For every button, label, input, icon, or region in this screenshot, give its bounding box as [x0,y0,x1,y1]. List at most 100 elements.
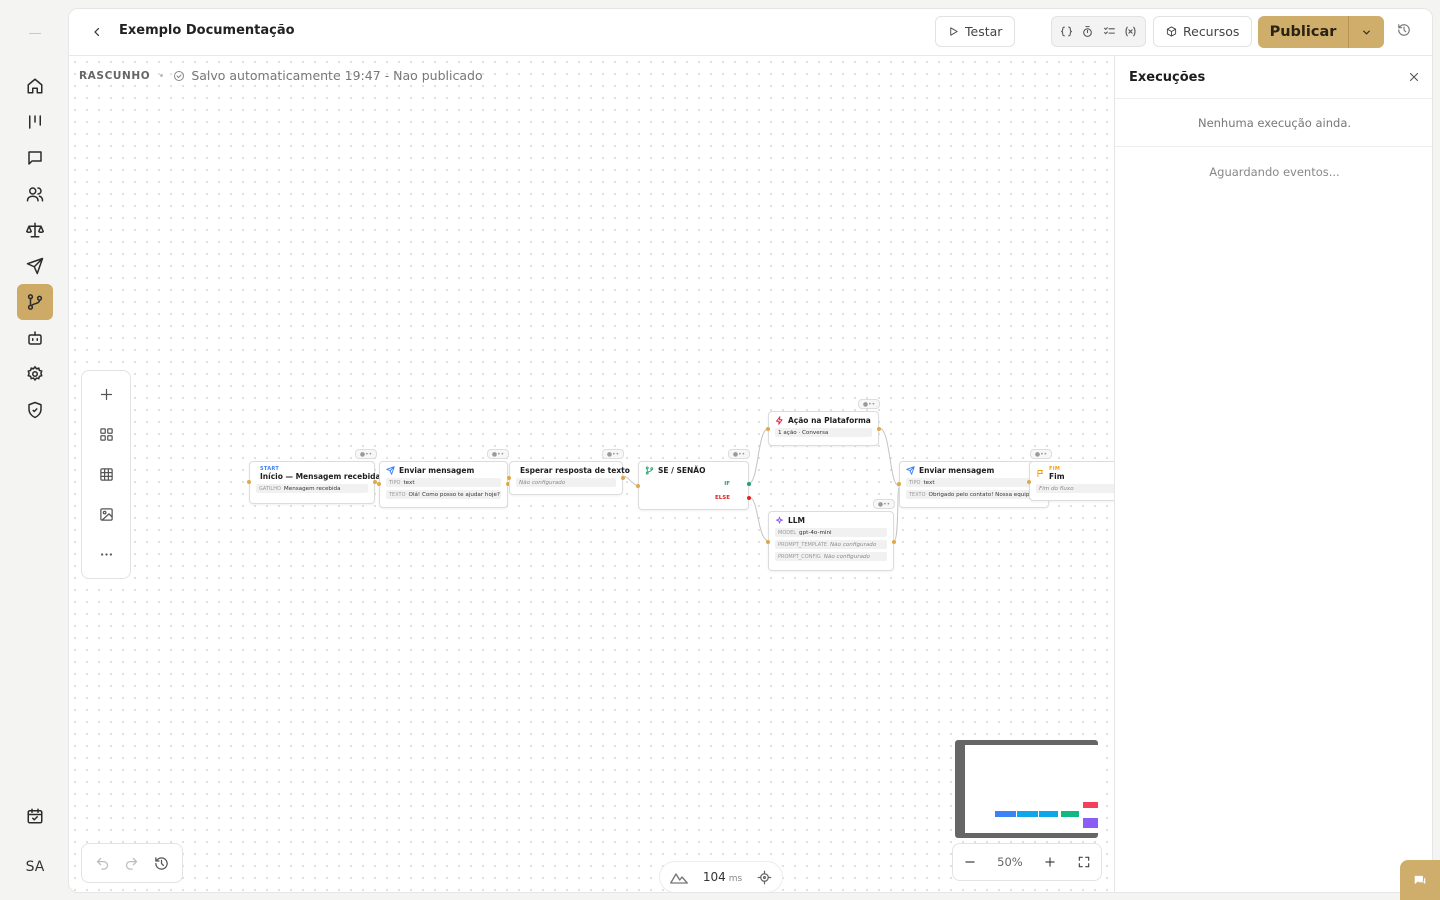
field-value: Não configurado [519,479,566,486]
chat-icon[interactable] [17,140,53,176]
flow-node-send-message[interactable]: Enviar mensagem TIPO text TEXTO Obrigado… [897,461,1049,508]
input-port[interactable] [507,476,511,480]
executions-empty-state: Nenhuma execução ainda. [1115,99,1432,147]
node-field: MODEL gpt-4o-mini [775,528,887,537]
node-controls[interactable]: ●•• [1030,449,1052,459]
flow-node-end[interactable]: FIM Fim Fim do fluxo ●•• [1027,449,1114,501]
add-node-icon[interactable] [95,383,117,405]
field-key: GATILHO [259,485,281,492]
flow-node-llm[interactable]: LLM MODEL gpt-4o-mini PROMPT_TEMPLATE Nã… [766,499,896,571]
chat-widget-button[interactable] [1400,860,1440,900]
fullscreen-icon[interactable] [1077,855,1091,869]
node-field: 1 ação · Conversa [775,428,872,437]
publish-button[interactable]: Publicar [1258,16,1384,48]
node-title: Esperar resposta de texto [520,466,630,475]
resources-button-label: Recursos [1183,24,1240,39]
variable-icon[interactable] [1124,25,1137,38]
checklist-icon[interactable] [1103,25,1116,38]
node-field: PROMPT_CONFIG Não configurado [775,552,887,561]
node-title: Fim [1049,472,1065,481]
output-port[interactable] [621,476,625,480]
send-icon[interactable] [17,248,53,284]
flow-node-start[interactable]: START Início — Mensagem recebida GATILHO… [247,449,381,504]
flow-node-platform-action[interactable]: Ação na Plataforma 1 ação · Conversa ●•• [766,399,881,446]
more-options-icon[interactable] [95,543,117,565]
publish-options-button[interactable] [1349,27,1384,38]
edge-action-send2 [878,427,900,487]
input-port[interactable] [377,482,381,486]
node-field: Fim do fluxo [1036,484,1114,493]
output-port[interactable] [877,427,881,431]
page-title: Exemplo Documentação [119,23,295,38]
pipeline-icon[interactable] [17,104,53,140]
branch-icon [645,466,654,475]
grid-apps-icon[interactable] [95,423,117,445]
image-icon[interactable] [95,503,117,525]
redo-icon[interactable] [124,856,139,871]
node-controls[interactable]: ●•• [355,449,377,459]
field-value: Fim do fluxo [1039,485,1074,492]
shield-check-icon[interactable] [17,392,53,428]
back-button[interactable] [86,21,108,43]
node-title: Ação na Plataforma [788,416,871,425]
node-controls[interactable]: ●•• [858,399,880,409]
node-controls[interactable]: ●•• [873,499,895,509]
close-icon[interactable] [1408,71,1420,83]
node-controls[interactable]: ●•• [728,449,750,459]
input-port[interactable] [1027,480,1031,484]
field-value: Não configurado [823,553,870,560]
input-port[interactable] [247,480,251,484]
input-port[interactable] [766,427,770,431]
latency-unit: ms [728,874,743,884]
field-value: Olá! Como posso te ajudar hoje? [408,491,500,498]
home-icon[interactable] [17,68,53,104]
test-button[interactable]: Testar [935,16,1016,47]
history-icon[interactable] [154,856,169,871]
input-port[interactable] [636,484,640,488]
minimap-viewport [965,745,1098,833]
users-icon[interactable] [17,176,53,212]
mountain-icon[interactable] [670,870,688,884]
node-controls[interactable]: ●•• [602,449,624,459]
flow-node-if-else[interactable]: SE / SENÃO IF ELSE ●•• [636,449,751,510]
flow-canvas[interactable]: RASCUNHO Salvo automaticamente 19:47 - N… [69,56,1114,892]
timer-icon[interactable] [1081,25,1094,38]
flow-branch-icon[interactable] [17,284,53,320]
zoom-level: 50% [997,855,1023,869]
gear-icon[interactable] [17,356,53,392]
calendar-check-icon[interactable] [17,798,53,834]
node-field: TIPO text [386,478,501,487]
node-field: TEXTO Obrigado pelo contato! Nossa equip… [906,490,1042,499]
version-history-icon[interactable] [1397,23,1411,37]
node-title: SE / SENÃO [658,466,706,475]
scale-icon[interactable] [17,212,53,248]
field-value: Mensagem recebida [283,485,341,492]
minimap[interactable] [955,740,1098,838]
zoom-out-icon[interactable] [963,855,977,869]
flow-node-wait-text[interactable]: Esperar resposta de texto Não configurad… [507,449,630,495]
table-icon[interactable] [95,463,117,485]
field-value: Obrigado pelo contato! Nossa equipe [928,491,1033,498]
field-key: MODEL [778,529,797,536]
box-icon [1166,26,1177,37]
undo-icon[interactable] [95,856,110,871]
code-braces-icon[interactable] [1060,25,1073,38]
if-output-port[interactable] [747,482,751,486]
input-port[interactable] [766,540,770,544]
field-value: text [923,479,935,486]
chat-bubble-icon [1414,875,1426,885]
locate-icon[interactable] [757,870,772,885]
bot-icon[interactable] [17,320,53,356]
node-title: LLM [788,516,806,525]
editor-header: Exemplo Documentação Testar Recursos Pub… [69,9,1432,56]
node-controls[interactable]: ●•• [487,449,509,459]
flow-node-send-message[interactable]: Enviar mensagem TIPO text TEXTO Olá! Com… [377,449,510,508]
resources-button[interactable]: Recursos [1153,16,1253,47]
field-value: text [403,479,415,486]
avatar[interactable]: SA [17,849,53,885]
output-port[interactable] [892,540,896,544]
field-key: TIPO [389,479,401,486]
zoom-in-icon[interactable] [1043,855,1057,869]
else-output-port[interactable] [747,496,751,500]
input-port[interactable] [897,482,901,486]
